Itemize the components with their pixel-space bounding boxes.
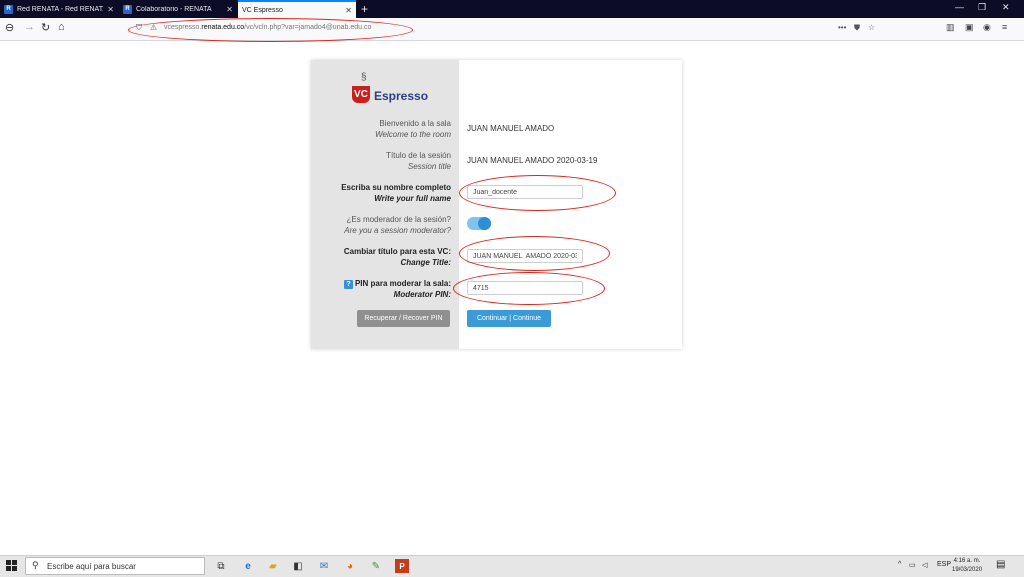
logo-text: Espresso xyxy=(374,89,429,103)
app-icon[interactable]: ✎ xyxy=(369,559,383,573)
steam-icon: § xyxy=(361,72,367,83)
browser-nav-bar: ⊖ → ↻ ⌂ ⛉ ⚠ vcespresso.renata.edu.co/vc/… xyxy=(0,18,1024,41)
new-tab-button[interactable]: + xyxy=(361,2,368,16)
full-name-label: Escriba su nombre completo Write your fu… xyxy=(341,183,451,203)
address-bar[interactable]: ⛉ ⚠ vcespresso.renata.edu.co/vc/vcln.php… xyxy=(132,21,882,37)
recover-pin-button[interactable]: Recuperar / Recover PIN xyxy=(357,310,450,327)
taskbar-search-box[interactable]: ⚲ Escribe aquí para buscar xyxy=(25,557,205,575)
change-title-label: Cambiar título para esta VC: Change Titl… xyxy=(343,247,451,267)
close-icon[interactable]: ✕ xyxy=(107,5,114,14)
session-title-label: Título de la sesión Session title xyxy=(386,151,451,171)
task-view-icon[interactable]: ⧉ xyxy=(214,559,228,573)
reload-icon[interactable]: ↻ xyxy=(41,21,50,34)
tab-title: Colaboratorio - RENATA xyxy=(136,5,212,13)
close-icon[interactable]: ✕ xyxy=(345,6,352,15)
menu-icon[interactable]: ≡ xyxy=(1002,22,1007,32)
moderator-label: ¿Es moderador de la sesión? Are you a se… xyxy=(344,215,451,235)
home-icon[interactable]: ⌂ xyxy=(58,21,65,33)
browser-tab-bar: R Red RENATA - Red RENATA Red ✕ R Colabo… xyxy=(0,0,1024,18)
tab-red-renata[interactable]: R Red RENATA - Red RENATA Red ✕ xyxy=(0,0,118,18)
restore-icon[interactable]: ❐ xyxy=(978,2,986,13)
tab-title: Red RENATA - Red RENATA Red xyxy=(17,5,103,13)
tab-vc-espresso[interactable]: VC Espresso ✕ xyxy=(238,0,356,18)
vc-espresso-logo: § VC Espresso xyxy=(352,72,432,108)
continue-button[interactable]: Continuar | Continue xyxy=(467,310,551,327)
library-icon[interactable]: ▥ xyxy=(946,22,955,33)
store-icon[interactable]: ◧ xyxy=(291,559,305,573)
back-icon[interactable]: ⊖ xyxy=(5,21,14,34)
search-icon: ⚲ xyxy=(32,560,39,570)
pin-input[interactable] xyxy=(467,281,583,295)
help-icon[interactable]: ? xyxy=(343,280,353,289)
toggle-knob xyxy=(478,217,491,230)
pocket-icon[interactable]: ⛊ xyxy=(854,23,860,33)
close-icon[interactable]: ✕ xyxy=(226,5,233,14)
mail-icon[interactable]: ✉ xyxy=(317,559,331,573)
windows-taskbar: ⚲ Escribe aquí para buscar ⧉ e ▰ ◧ ✉ ◕ ✎… xyxy=(0,555,1024,577)
tab-title: VC Espresso xyxy=(242,6,283,14)
session-title-value: JUAN MANUEL AMADO 2020-03-19 xyxy=(467,156,598,165)
clock[interactable]: 4:16 a. m. 19/03/2020 xyxy=(952,557,982,575)
insecure-lock-icon[interactable]: ⚠ xyxy=(150,23,157,32)
renata-favicon-icon: R xyxy=(4,4,13,14)
sidebar-icon[interactable]: ▣ xyxy=(965,22,974,33)
full-name-input[interactable] xyxy=(467,185,583,199)
url-text[interactable]: vcespresso.renata.edu.co/vc/vcln.php?var… xyxy=(164,24,371,31)
coffee-cup-icon: VC xyxy=(352,86,370,103)
page-actions-icon[interactable]: ••• xyxy=(838,23,846,32)
volume-icon[interactable]: ◁ xyxy=(922,561,927,569)
pin-label: ? PIN para moderar la sala: Moderator PIN… xyxy=(343,278,451,300)
show-hidden-icons-icon[interactable]: ^ xyxy=(898,561,901,568)
room-value: JUAN MANUEL AMADO xyxy=(467,124,555,133)
windows-start-icon[interactable] xyxy=(6,560,18,572)
language-indicator[interactable]: ESP xyxy=(937,561,951,568)
firefox-icon[interactable]: ◕ xyxy=(343,559,357,573)
edge-icon[interactable]: e xyxy=(241,559,255,573)
renata-favicon-icon: R xyxy=(123,4,132,14)
close-window-icon[interactable]: ✕ xyxy=(1002,2,1010,13)
bookmark-star-icon[interactable]: ☆ xyxy=(868,23,875,32)
account-icon[interactable]: ◉ xyxy=(983,22,991,33)
moderator-toggle[interactable] xyxy=(467,217,491,230)
network-icon[interactable]: ▭ xyxy=(909,561,916,569)
change-title-input[interactable] xyxy=(467,249,583,263)
powerpoint-icon[interactable]: P xyxy=(395,559,409,573)
forward-icon[interactable]: → xyxy=(24,21,35,33)
minimize-icon[interactable]: — xyxy=(955,2,964,12)
room-label: Bienvenido a la sala Welcome to the room xyxy=(375,119,451,139)
search-placeholder: Escribe aquí para buscar xyxy=(47,562,136,571)
tab-colaboratorio[interactable]: R Colaboratorio - RENATA ✕ xyxy=(119,0,237,18)
notifications-icon[interactable]: ▤ xyxy=(996,559,1005,570)
shield-icon[interactable]: ⛉ xyxy=(136,23,142,33)
file-explorer-icon[interactable]: ▰ xyxy=(266,559,280,573)
